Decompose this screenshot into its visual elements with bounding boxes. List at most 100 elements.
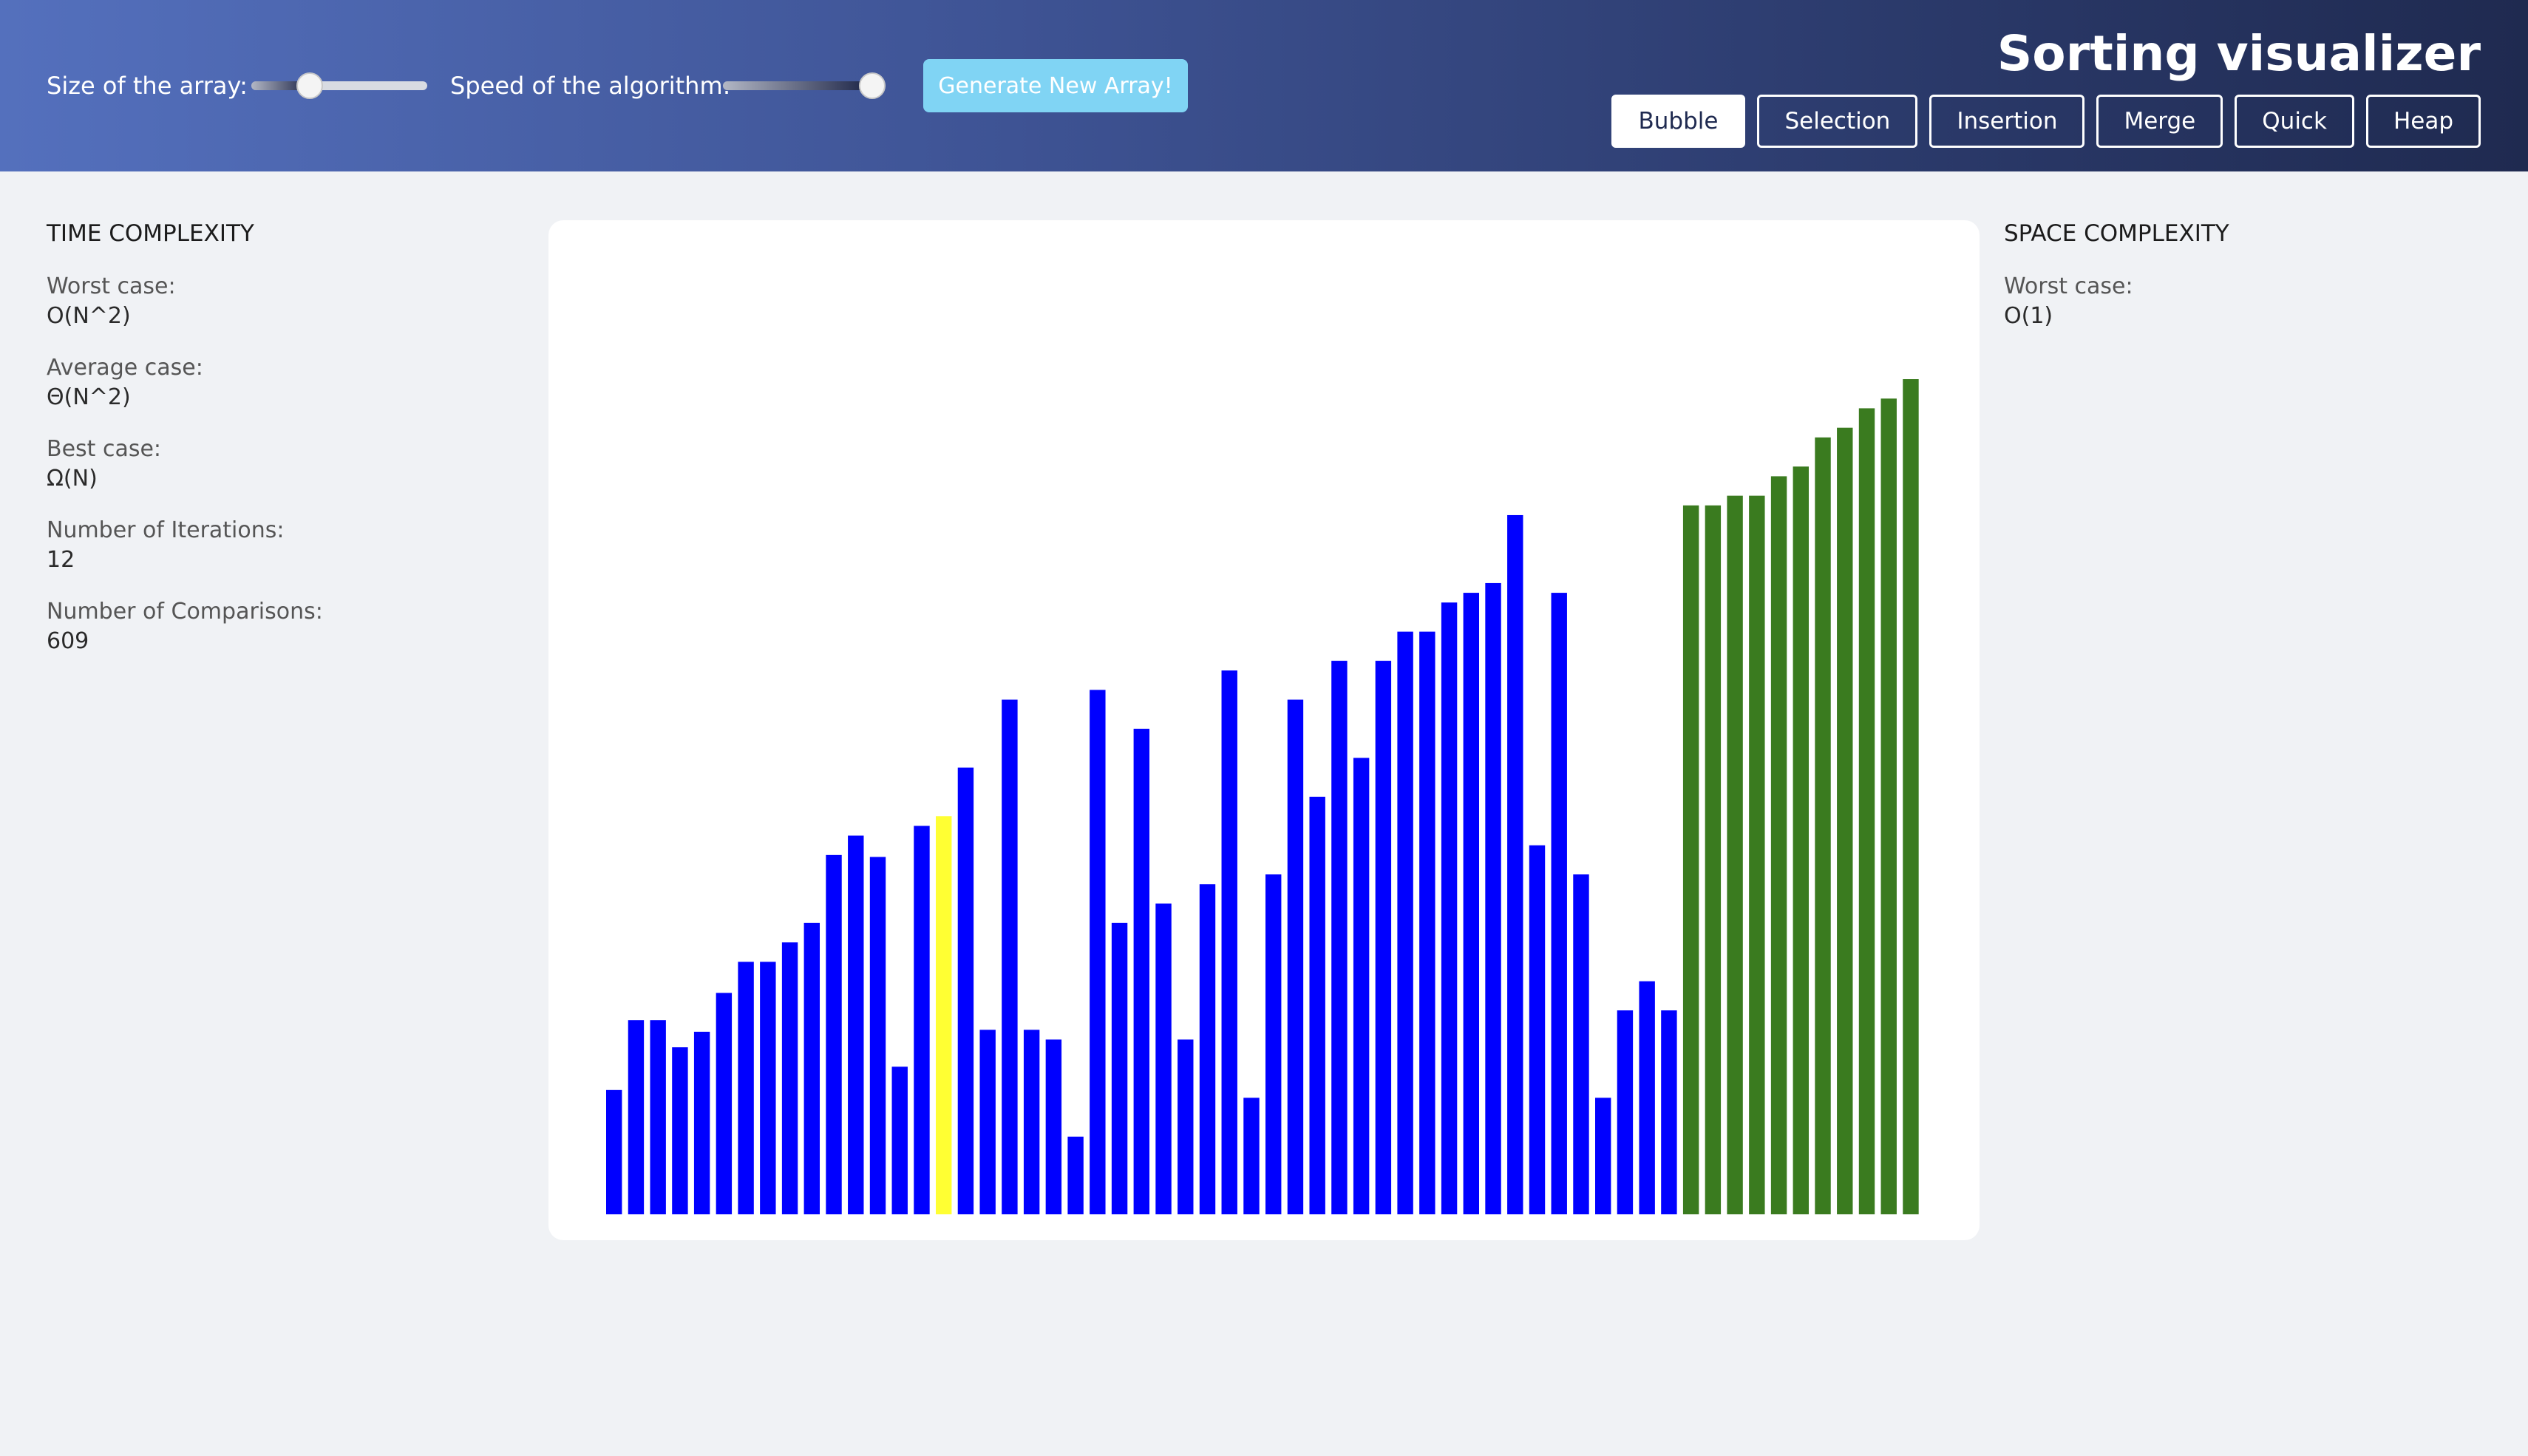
- algorithm-button-bubble[interactable]: Bubble: [1611, 95, 1746, 148]
- array-bar: [1265, 874, 1282, 1214]
- algorithm-button-selection[interactable]: Selection: [1757, 95, 1918, 148]
- comparisons-value: 609: [47, 628, 89, 654]
- algorithm-button-merge[interactable]: Merge: [2096, 95, 2223, 148]
- space-complexity-panel: SPACE COMPLEXITY Worst case: O(1): [2004, 219, 2229, 353]
- array-bar: [693, 1031, 710, 1214]
- worst-case-value: O(N^2): [47, 303, 131, 329]
- array-bar: [1199, 884, 1216, 1214]
- array-bar: [1661, 1010, 1677, 1214]
- array-bar: [1595, 1098, 1611, 1214]
- array-bar: [1617, 1010, 1634, 1214]
- array-bar: [1090, 690, 1106, 1214]
- iterations-value: 12: [47, 547, 75, 573]
- array-bar: [1770, 476, 1787, 1214]
- array-bar: [1331, 661, 1348, 1214]
- array-bar: [1397, 631, 1413, 1214]
- array-bar: [979, 1030, 996, 1214]
- array-bar: [1002, 699, 1018, 1214]
- array-bar: [1507, 514, 1523, 1214]
- array-bar: [1178, 1039, 1194, 1214]
- array-bar: [1837, 427, 1853, 1215]
- array-bar: [826, 854, 842, 1214]
- worst-case-label: Worst case:: [47, 273, 176, 299]
- space-worst-case-value: O(1): [2004, 303, 2053, 329]
- array-size-slider-thumb[interactable]: [296, 72, 323, 99]
- space-complexity-heading: SPACE COMPLEXITY: [2004, 220, 2229, 247]
- array-size-slider[interactable]: [251, 72, 427, 99]
- iterations-label: Number of Iterations:: [47, 517, 285, 543]
- worst-case-item: Worst case: O(N^2): [47, 272, 323, 331]
- array-bar: [606, 1089, 622, 1214]
- array-bar: [1903, 379, 1919, 1214]
- average-case-label: Average case:: [47, 355, 203, 381]
- bars-chart: [606, 379, 1919, 1215]
- top-toolbar: Size of the array: Speed of the algorith…: [0, 0, 2528, 171]
- comparisons-item: Number of Comparisons: 609: [47, 597, 323, 656]
- array-bar: [1682, 505, 1699, 1214]
- array-bar: [672, 1047, 688, 1214]
- array-bar: [1749, 495, 1765, 1214]
- average-case-item: Average case: Θ(N^2): [47, 353, 323, 412]
- array-bar: [1111, 922, 1128, 1214]
- array-bar: [628, 1020, 645, 1214]
- array-bar: [1573, 874, 1589, 1214]
- best-case-item: Best case: Ω(N): [47, 435, 323, 494]
- array-bar: [1441, 602, 1458, 1214]
- array-bar: [957, 767, 974, 1214]
- array-bar: [1133, 729, 1150, 1214]
- array-bar: [1858, 408, 1875, 1215]
- iterations-item: Number of Iterations: 12: [47, 516, 323, 575]
- array-bar: [1353, 758, 1370, 1214]
- time-complexity-panel: TIME COMPLEXITY Worst case: O(N^2) Avera…: [47, 219, 323, 678]
- algorithm-speed-slider-thumb[interactable]: [859, 72, 886, 99]
- array-bar: [914, 826, 930, 1214]
- array-bar: [1023, 1030, 1040, 1214]
- array-bar: [1551, 593, 1567, 1214]
- array-bar: [650, 1020, 666, 1214]
- array-bar: [1419, 631, 1435, 1214]
- space-worst-case-item: Worst case: O(1): [2004, 272, 2229, 331]
- array-bar: [848, 835, 864, 1214]
- time-complexity-heading: TIME COMPLEXITY: [47, 220, 254, 247]
- average-case-value: Θ(N^2): [47, 384, 131, 410]
- array-bar: [1705, 505, 1722, 1214]
- array-bar: [936, 816, 952, 1214]
- best-case-label: Best case:: [47, 436, 162, 462]
- generate-array-button[interactable]: Generate New Array!: [923, 59, 1188, 112]
- comparisons-label: Number of Comparisons:: [47, 599, 323, 625]
- algorithm-button-insertion[interactable]: Insertion: [1929, 95, 2085, 148]
- array-bar: [1529, 845, 1546, 1214]
- algorithm-speed-slider[interactable]: [723, 72, 886, 99]
- array-bar: [1067, 1136, 1084, 1214]
- best-case-value: Ω(N): [47, 466, 98, 491]
- array-bar: [1243, 1098, 1260, 1214]
- array-bar: [1221, 670, 1237, 1214]
- array-bar: [1639, 981, 1655, 1214]
- array-bar: [1793, 466, 1810, 1214]
- array-bar: [1155, 903, 1172, 1214]
- array-bar: [891, 1067, 908, 1214]
- array-bar: [1375, 661, 1392, 1214]
- array-bar: [1287, 699, 1304, 1214]
- space-worst-case-label: Worst case:: [2004, 273, 2133, 299]
- algorithm-button-heap[interactable]: Heap: [2365, 95, 2481, 148]
- array-bar: [1309, 797, 1325, 1214]
- array-bar: [1045, 1039, 1062, 1214]
- array-bar: [738, 962, 754, 1214]
- algorithm-speed-slider-fill: [723, 81, 872, 90]
- algorithm-speed-label: Speed of the algorithm:: [450, 72, 731, 100]
- array-bar: [760, 962, 776, 1214]
- array-bar: [1727, 495, 1743, 1214]
- array-visualization: [548, 220, 1980, 1240]
- array-bar: [1463, 593, 1480, 1214]
- app-title: Sorting visualizer: [1997, 25, 2481, 82]
- array-bar: [1880, 398, 1897, 1214]
- array-bar: [869, 857, 886, 1214]
- array-bar: [716, 993, 733, 1214]
- algorithm-button-quick[interactable]: Quick: [2235, 95, 2354, 148]
- array-bar: [803, 922, 820, 1214]
- array-bar: [1485, 582, 1501, 1214]
- algorithm-selector: Bubble Selection Insertion Merge Quick Heap: [1611, 95, 2481, 148]
- array-bar: [781, 942, 798, 1214]
- array-size-label: Size of the array:: [47, 72, 248, 100]
